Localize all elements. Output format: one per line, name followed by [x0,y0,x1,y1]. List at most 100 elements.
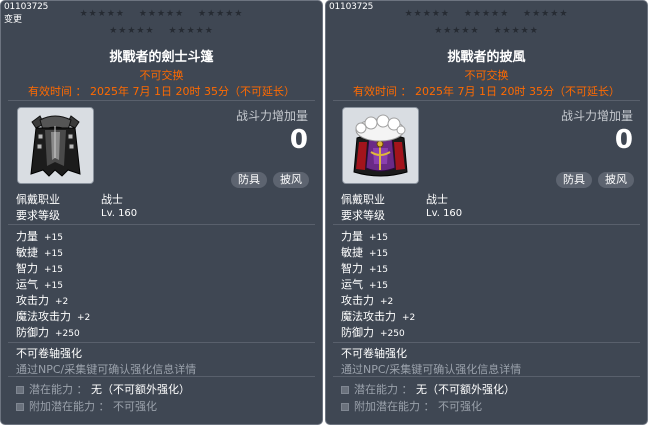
combat-power-label: 战斗力增加量 [560,109,633,123]
no-scroll-notice: 不可卷轴强化 [341,347,407,360]
required-level: 要求等级 Lv. 160 [16,207,137,223]
stat-value: +15 [44,265,63,275]
stat-row: 魔法攻击力 +2 [16,308,90,324]
bonus-potential-label: 附加潜在能力 ： [29,400,110,413]
item-name: 挑戰者的披風 [447,50,526,65]
equip-subtype-tag: 披风 [273,172,309,188]
stat-label: 防御力 [16,326,49,339]
stat-value: +2 [402,313,416,323]
bonus-potential-value: 不可强化 [438,400,482,413]
combat-power-label: 战斗力增加量 [235,109,308,123]
stat-row: 攻击力 +2 [341,292,393,308]
star-group: ★★★★★ [434,26,480,36]
combat-power-value: 0 [289,125,308,155]
star-force-row-2: ★★★★★ ★★★★★ [326,26,647,36]
star-force-row-1: ★★★★★ ★★★★★ ★★★★★ [1,9,322,19]
expiry-time: 有效时间 ： 2025年 7月 1日 20时 35分（不可延长） [28,85,295,98]
star-group: ★★★★★ [198,9,244,19]
bonus-potential-row: 附加潜在能力 ： 不可强化 [341,398,482,414]
bonus-potential-row: 附加潜在能力 ： 不可强化 [16,398,157,414]
required-level-label: 要求等级 [341,209,385,222]
star-group: ★★★★★ [404,9,450,19]
star-group: ★★★★★ [168,26,214,36]
stat-label: 智力 [341,262,363,275]
potential-bullet-icon [16,386,24,394]
stat-label: 敏捷 [341,246,363,259]
stat-label: 运气 [341,278,363,291]
expiry-time: 有效时间 ： 2025年 7月 1日 20时 35分（不可延长） [353,85,620,98]
stat-label: 攻击力 [341,294,374,307]
potential-bullet-icon [341,386,349,394]
stat-label: 魔法攻击力 [16,310,71,323]
divider [333,376,640,377]
star-group: ★★★★★ [109,26,155,36]
stat-value: +250 [380,329,405,339]
untradeable-notice: 不可交换 [139,69,184,82]
required-job: 佩戴职业 战士 [16,191,123,207]
warrior-cape-icon [17,107,94,184]
stat-row: 防御力 +250 [341,324,405,340]
stat-value: +15 [369,281,388,291]
potential-label: 潜在能力 ： [29,383,88,396]
stat-row: 力量 +15 [16,228,63,244]
combat-power-value: 0 [614,125,633,155]
required-job-label: 佩戴职业 [16,193,60,206]
stat-value: +15 [44,281,63,291]
item-name: 挑戰者的劍士斗篷 [109,50,214,65]
item-tooltip-cape-warrior: 01103725 变更 ★★★★★ ★★★★★ ★★★★★ ★★★★★ ★★★★… [0,0,323,425]
stat-row: 运气 +15 [341,276,388,292]
stat-value: +15 [44,249,63,259]
stat-label: 智力 [16,262,38,275]
star-group: ★★★★★ [523,9,569,19]
stat-label: 力量 [16,230,38,243]
stat-label: 力量 [341,230,363,243]
item-tooltip-cape: 01103725 ★★★★★ ★★★★★ ★★★★★ ★★★★★ ★★★★★ 挑… [325,0,648,425]
required-level: 要求等级 Lv. 160 [341,207,462,223]
stat-label: 攻击力 [16,294,49,307]
potential-bullet-icon [16,403,24,411]
potential-label: 潜在能力 ： [354,383,413,396]
required-level-label: 要求等级 [16,209,60,222]
required-job-value: 战士 [101,193,123,206]
equip-type-tag: 防具 [556,172,592,188]
stat-row: 敏捷 +15 [341,244,388,260]
required-job: 佩戴职业 战士 [341,191,448,207]
stat-value: +250 [55,329,80,339]
stat-row: 力量 +15 [341,228,388,244]
divider [8,224,315,225]
stat-value: +2 [55,297,69,307]
stat-row: 运气 +15 [16,276,63,292]
star-force-row-2: ★★★★★ ★★★★★ [1,26,322,36]
divider [8,100,315,101]
stat-value: +15 [369,265,388,275]
star-group: ★★★★★ [138,9,185,19]
equip-subtype-tag: 披风 [598,172,634,188]
stat-row: 防御力 +250 [16,324,80,340]
divider [8,376,315,377]
required-job-value: 战士 [426,193,448,206]
potential-row: 潜在能力 ： 无（不可额外强化） [16,381,190,397]
potential-row: 潜在能力 ： 无（不可额外强化） [341,381,515,397]
untradeable-notice: 不可交换 [464,69,509,82]
stat-row: 魔法攻击力 +2 [341,308,415,324]
stat-row: 智力 +15 [16,260,63,276]
divider [333,100,640,101]
star-force-row-1: ★★★★★ ★★★★★ ★★★★★ [326,9,647,19]
equip-type-tag: 防具 [231,172,267,188]
stat-row: 智力 +15 [341,260,388,276]
npc-hint: 通过NPC/采集键可确认强化信息详情 [341,363,522,376]
fur-collar-cape-icon [342,107,419,184]
stat-label: 运气 [16,278,38,291]
stat-row: 敏捷 +15 [16,244,63,260]
star-group: ★★★★★ [493,26,539,36]
star-group: ★★★★★ [463,9,510,19]
stat-row: 攻击力 +2 [16,292,68,308]
star-group: ★★★★★ [79,9,125,19]
stat-value: +15 [369,233,388,243]
stat-value: +15 [44,233,63,243]
required-job-label: 佩戴职业 [341,193,385,206]
stat-label: 防御力 [341,326,374,339]
potential-bullet-icon [341,403,349,411]
divider [8,342,315,343]
required-level-value: Lv. 160 [101,208,138,219]
